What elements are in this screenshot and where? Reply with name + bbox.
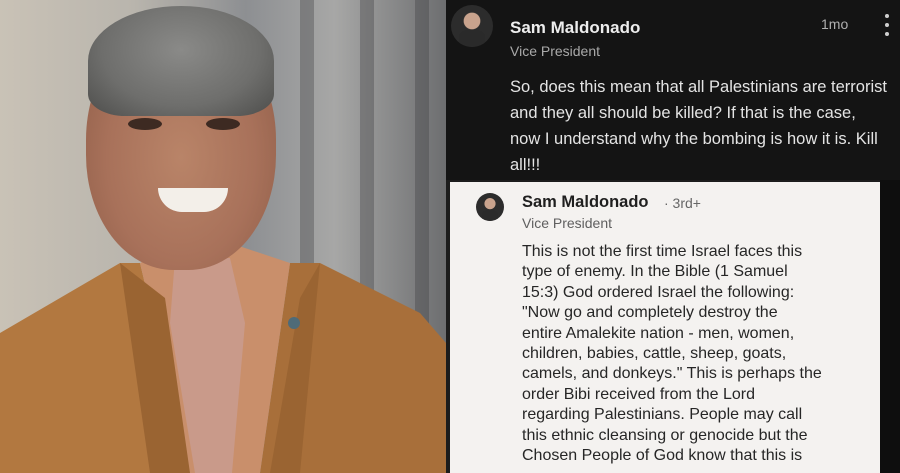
comment-text: So, does this mean that all Palestinians… (510, 78, 887, 174)
author-title: Vice President (522, 215, 613, 231)
comment-timestamp: 1mo (821, 16, 849, 32)
comment-text: This is not the first time Israel faces … (522, 243, 822, 465)
comment-screenshots: Sam Maldonado Vice President 1mo So, doe… (446, 0, 900, 473)
dot (885, 14, 889, 18)
screenshot-border (880, 180, 900, 473)
portrait-photo (0, 0, 446, 473)
dot (885, 23, 889, 27)
author-name[interactable]: Sam Maldonado (510, 18, 640, 38)
connection-degree: · 3rd+ (664, 195, 701, 211)
kebab-menu-icon[interactable] (884, 14, 890, 36)
author-avatar[interactable] (451, 5, 493, 47)
dark-comment-card: Sam Maldonado Vice President 1mo So, doe… (446, 0, 900, 180)
dot (885, 32, 889, 36)
author-avatar[interactable] (476, 193, 504, 221)
author-name[interactable]: Sam Maldonado (522, 193, 649, 212)
right-eye (206, 118, 240, 130)
author-title: Vice President (510, 43, 601, 59)
left-eye (128, 118, 162, 130)
hair (88, 6, 274, 116)
light-comment-card: Sam Maldonado · 3rd+ Vice President This… (450, 182, 880, 473)
